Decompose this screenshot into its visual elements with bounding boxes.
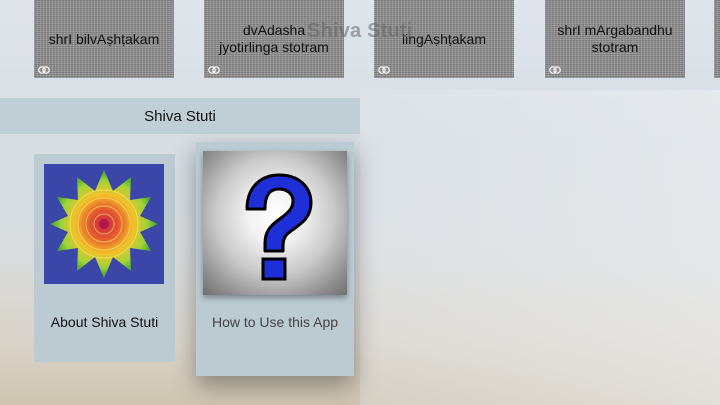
tile-label: shrI mArgabandhu stotram: [557, 22, 673, 55]
section-title: Shiva Stuti: [144, 107, 216, 125]
tile-partial-next[interactable]: [714, 0, 720, 78]
badge-icon: [549, 66, 561, 74]
app-title-ghost: Shiva Stuti: [307, 20, 413, 42]
badge-icon: [208, 66, 220, 74]
badge-icon: [378, 66, 390, 74]
tile-margabandhu[interactable]: shrI mArgabandhu stotram: [545, 0, 685, 78]
card-how-to-use[interactable]: How to Use this App: [196, 142, 354, 376]
tile-bilvashtakam[interactable]: shrI bilvAṣhṭakam: [34, 0, 174, 78]
card-caption: How to Use this App: [211, 314, 339, 330]
section-header: Shiva Stuti: [0, 98, 360, 134]
badge-icon: [38, 66, 50, 74]
card-caption: About Shiva Stuti: [50, 314, 159, 330]
question-mark-icon: [203, 151, 347, 295]
background-blur: [360, 90, 720, 405]
card-about[interactable]: About Shiva Stuti: [34, 154, 175, 362]
mandala-flower-icon: [44, 164, 164, 284]
tile-label: shrI bilvAṣhṭakam: [48, 30, 160, 47]
